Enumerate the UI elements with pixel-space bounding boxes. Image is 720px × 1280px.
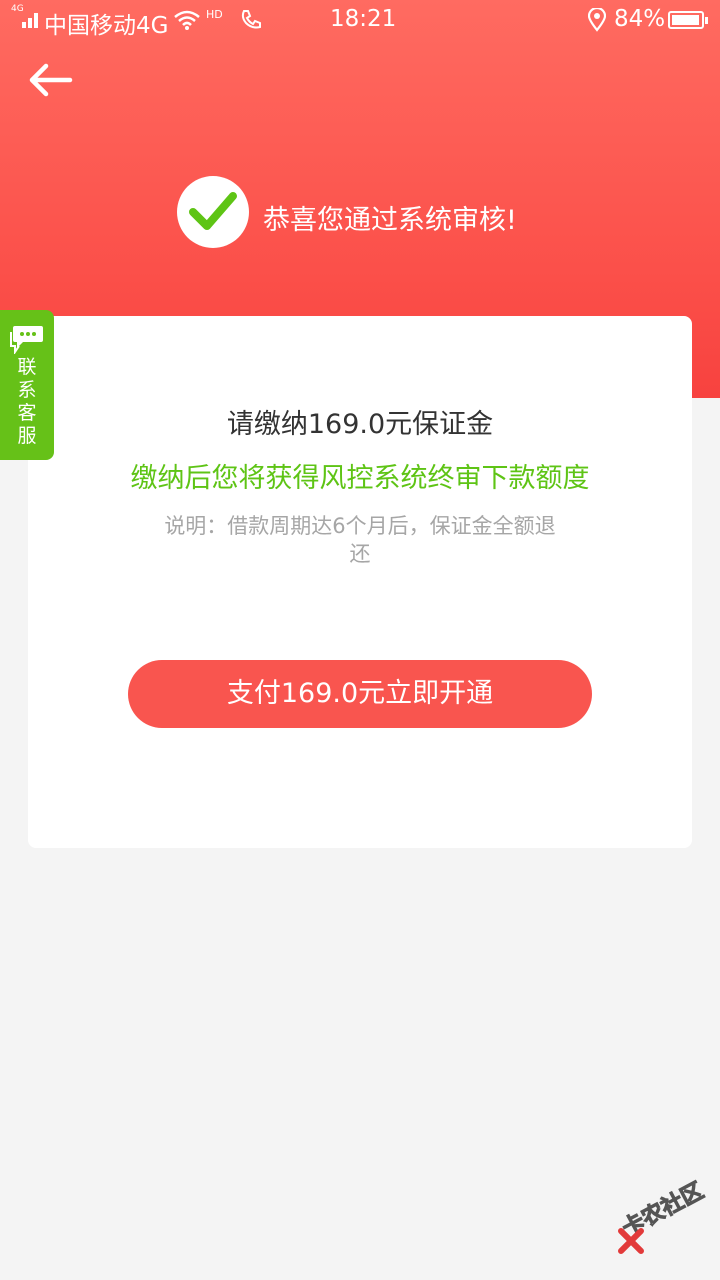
call-icon xyxy=(241,10,261,29)
chat-bubble-icon xyxy=(10,326,43,354)
watermark-logo-icon xyxy=(618,1228,644,1254)
status-bar: 4G 中国移动4G HD 18:21 84% xyxy=(0,0,720,40)
customer-service-tab[interactable]: 联系客服 xyxy=(0,310,54,460)
deposit-amount-text: 请缴纳169.0元保证金 xyxy=(226,409,494,440)
battery-icon xyxy=(668,11,708,29)
pay-button[interactable]: 支付169.0元立即开通 xyxy=(128,660,592,728)
location-icon xyxy=(588,8,606,32)
success-message: 恭喜您通过系统审核! xyxy=(263,205,517,236)
carrier-label: 中国移动4G xyxy=(44,13,169,39)
success-check-icon xyxy=(177,176,249,248)
battery-percent: 84% xyxy=(614,6,666,32)
hd-call-icon: HD xyxy=(206,8,223,21)
back-arrow-icon[interactable] xyxy=(28,60,74,100)
payment-card: 请缴纳169.0元保证金 缴纳后您将获得风控系统终审下款额度 说明：借款周期达6… xyxy=(28,316,692,848)
wifi-icon xyxy=(174,10,200,30)
clock: 18:21 xyxy=(330,6,397,32)
benefit-text: 缴纳后您将获得风控系统终审下款额度 xyxy=(130,463,590,494)
customer-service-label: 联系客服 xyxy=(17,356,37,447)
refund-note: 说明：借款周期达6个月后，保证金全额退还 xyxy=(164,514,556,566)
signal-icon xyxy=(12,8,38,28)
